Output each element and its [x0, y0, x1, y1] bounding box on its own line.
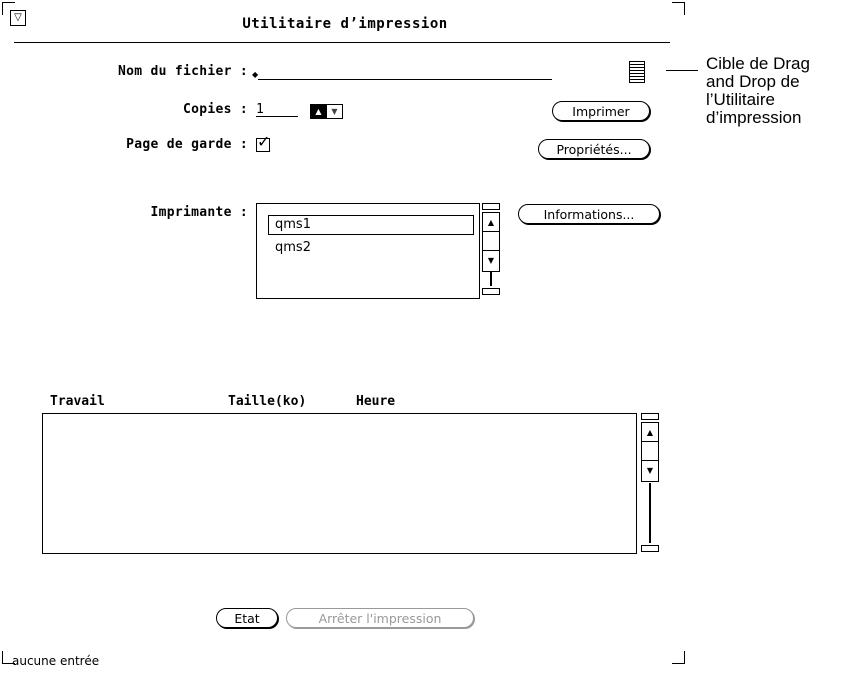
printer-scrollbar[interactable]: ▲ ▼ [482, 212, 500, 272]
filename-label: Nom du fichier : [117, 64, 248, 79]
copies-stepper[interactable]: ▲ ▼ [310, 104, 343, 119]
window-corner [672, 651, 685, 664]
printer-list[interactable]: qms1 qms2 [256, 203, 480, 299]
copies-label: Copies : [182, 102, 248, 117]
copies-input[interactable]: 1 [256, 102, 298, 117]
printer-label: Imprimante : [150, 205, 248, 220]
drag-drop-target-icon[interactable] [629, 61, 645, 83]
printer-item-qms1[interactable]: qms1 [268, 215, 474, 235]
stop-printing-button[interactable]: Arrêter l'impression [286, 608, 474, 628]
scroll-thumb[interactable] [483, 231, 499, 251]
scrollbar-cap[interactable] [482, 203, 500, 210]
checkmark-icon: ✓ [257, 132, 271, 151]
decrement-icon[interactable]: ▼ [326, 105, 342, 118]
scroll-up-icon[interactable]: ▲ [483, 213, 499, 231]
scrollbar-cap[interactable] [641, 545, 659, 552]
window-corner [672, 2, 685, 15]
scroll-up-icon[interactable]: ▲ [642, 423, 658, 441]
callout-line-1: Cible de Drag [706, 54, 810, 73]
scrollbar-cap[interactable] [482, 288, 500, 295]
column-header-size: Taille(ko) [228, 394, 307, 409]
cover-page-label: Page de garde : [126, 137, 248, 152]
status-message: aucune entrée [12, 654, 100, 668]
callout-line [666, 70, 698, 71]
scroll-down-icon[interactable]: ▼ [483, 251, 499, 269]
printer-item-qms2[interactable]: qms2 [269, 239, 473, 257]
print-button[interactable]: Imprimer [552, 101, 650, 121]
triangle-down-icon: ▽ [14, 12, 22, 23]
properties-button[interactable]: Propriétés... [538, 139, 650, 159]
callout-line-4: d’impression [706, 108, 802, 127]
cover-page-checkbox[interactable]: ✓ [256, 132, 270, 152]
column-header-time: Heure [356, 394, 396, 409]
increment-icon[interactable]: ▲ [311, 105, 326, 118]
job-scrollbar[interactable]: ▲ ▼ [641, 422, 659, 482]
scroll-thumb[interactable] [642, 441, 658, 461]
scrollbar-cap[interactable] [641, 413, 659, 420]
window-title: Utilitaire d’impression [242, 16, 448, 32]
callout-line-2: and Drop de [706, 72, 800, 91]
callout-text: Cible de Drag and Drop de l’Utilitaire d… [706, 55, 810, 127]
status-button[interactable]: Etat [216, 608, 278, 628]
callout-line-3: l’Utilitaire [706, 90, 775, 109]
column-header-job: Travail [50, 394, 105, 409]
job-list[interactable] [42, 413, 637, 554]
scroll-track[interactable] [649, 483, 651, 543]
scroll-track[interactable] [490, 272, 492, 286]
title-divider [14, 42, 670, 43]
information-button[interactable]: Informations... [518, 204, 660, 224]
filename-input[interactable] [258, 65, 552, 80]
window-menu-button[interactable]: ▽ [10, 10, 26, 26]
scroll-down-icon[interactable]: ▼ [642, 461, 658, 479]
